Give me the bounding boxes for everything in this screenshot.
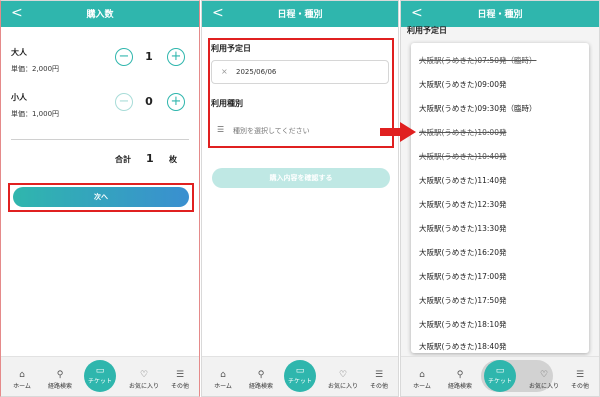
departure-dropdown: 大阪駅(うめきた)07:50発（臨時） 大阪駅(うめきた)09:00発 大阪駅(… bbox=[411, 43, 589, 353]
tab-favorites[interactable]: ♡ お気に入り bbox=[125, 370, 163, 390]
adult-minus-button[interactable]: − bbox=[115, 48, 133, 66]
tab-route[interactable]: ⚲ 経路検索 bbox=[242, 370, 280, 390]
tab-ticket[interactable]: ▭ チケット bbox=[484, 360, 516, 392]
route-icon: ⚲ bbox=[56, 370, 64, 380]
dropdown-option[interactable]: 大阪駅(うめきた)09:00発 bbox=[419, 79, 506, 90]
dropdown-option[interactable]: 大阪駅(うめきた)11:40発 bbox=[419, 175, 506, 186]
header: < 日程・種別 bbox=[401, 1, 599, 27]
tab-home[interactable]: ⌂ ホーム bbox=[403, 370, 441, 390]
red-arrow-icon bbox=[380, 122, 416, 142]
page-title: 日程・種別 bbox=[277, 10, 323, 20]
menu-icon: ☰ bbox=[374, 370, 384, 380]
tab-bar: ⌂ ホーム ⚲ 経路検索 ▭ チケット ♡ お気に入り ☰ その他 bbox=[1, 356, 199, 396]
page-title: 購入数 bbox=[86, 10, 114, 20]
dropdown-option[interactable]: 大阪駅(うめきた)17:50発 bbox=[419, 295, 506, 306]
total-unit: 枚 bbox=[169, 155, 177, 164]
tab-ticket[interactable]: ▭ チケット bbox=[84, 360, 116, 392]
tab-route[interactable]: ⚲ 経路検索 bbox=[441, 370, 479, 390]
child-price: 単価：1,000円 bbox=[11, 110, 60, 118]
tab-other[interactable]: ☰ その他 bbox=[360, 370, 398, 390]
divider bbox=[11, 139, 189, 140]
heart-icon: ♡ bbox=[539, 370, 549, 380]
heart-icon: ♡ bbox=[139, 370, 149, 380]
total-quantity: 1 bbox=[146, 152, 154, 165]
tab-home[interactable]: ⌂ ホーム bbox=[204, 370, 242, 390]
dropdown-option[interactable]: 大阪駅(うめきた)09:30発（臨時） bbox=[419, 103, 536, 114]
purchase-count-screen: < 購入数 大人 単価：2,000円 − 1 + 小人 単価：1,000円 − … bbox=[0, 0, 200, 397]
adult-price: 単価：2,000円 bbox=[11, 65, 60, 73]
schedule-type-screen: < 日程・種別 利用予定日 × 2025/06/06 利用種別 ☰ 種別を選択し… bbox=[201, 0, 399, 397]
tab-bar: ⌂ ホーム ⚲ 経路検索 ▭ チケット ♡ お気に入り ☰ その他 bbox=[401, 356, 599, 396]
menu-icon: ☰ bbox=[175, 370, 185, 380]
adult-plus-button[interactable]: + bbox=[167, 48, 185, 66]
dropdown-option[interactable]: 大阪駅(うめきた)16:20発 bbox=[419, 247, 506, 258]
tab-favorites[interactable]: ♡ お気に入り bbox=[324, 370, 362, 390]
heart-icon: ♡ bbox=[338, 370, 348, 380]
tab-bar: ⌂ ホーム ⚲ 経路検索 ▭ チケット ♡ お気に入り ☰ その他 bbox=[202, 356, 398, 396]
highlight-box bbox=[208, 38, 394, 148]
header: < 日程・種別 bbox=[202, 1, 398, 27]
confirm-button[interactable]: 購入内容を確認する bbox=[212, 168, 390, 188]
page-title: 日程・種別 bbox=[477, 10, 523, 20]
route-icon: ⚲ bbox=[456, 370, 464, 380]
ticket-icon: ▭ bbox=[95, 366, 105, 376]
date-label: 利用予定日 bbox=[407, 26, 447, 35]
schedule-dropdown-screen: < 日程・種別 利用予定日 大阪駅(うめきた)07:50発（臨時） 大阪駅(うめ… bbox=[400, 0, 600, 397]
adult-label: 大人 bbox=[11, 48, 27, 57]
tab-other[interactable]: ☰ その他 bbox=[161, 370, 199, 390]
dropdown-option[interactable]: 大阪駅(うめきた)18:10発 bbox=[419, 319, 506, 330]
dropdown-option[interactable]: 大阪駅(うめきた)10:00発 bbox=[419, 127, 506, 138]
home-icon: ⌂ bbox=[220, 370, 226, 380]
child-label: 小人 bbox=[11, 93, 27, 102]
dropdown-option[interactable]: 大阪駅(うめきた)17:00発 bbox=[419, 271, 506, 282]
route-icon: ⚲ bbox=[257, 370, 265, 380]
tab-favorites[interactable]: ♡ お気に入り bbox=[525, 370, 563, 390]
dropdown-option[interactable]: 大阪駅(うめきた)18:40発 bbox=[419, 341, 506, 352]
ticket-icon: ▭ bbox=[295, 366, 305, 376]
dropdown-option[interactable]: 大阪駅(うめきた)07:50発（臨時） bbox=[419, 55, 536, 66]
screenshot-stage: < 購入数 大人 単価：2,000円 − 1 + 小人 単価：1,000円 − … bbox=[0, 0, 600, 397]
tab-ticket[interactable]: ▭ チケット bbox=[284, 360, 316, 392]
header: < 購入数 bbox=[1, 1, 199, 27]
dropdown-option[interactable]: 大阪駅(うめきた)12:30発 bbox=[419, 199, 506, 210]
ticket-icon: ▭ bbox=[495, 366, 505, 376]
next-button[interactable]: 次へ bbox=[13, 187, 189, 207]
total-label: 合計 bbox=[115, 155, 131, 164]
tab-home[interactable]: ⌂ ホーム bbox=[3, 370, 41, 390]
child-plus-button[interactable]: + bbox=[167, 93, 185, 111]
child-minus-button[interactable]: − bbox=[115, 93, 133, 111]
menu-icon: ☰ bbox=[575, 370, 585, 380]
dropdown-option[interactable]: 大阪駅(うめきた)10:40発 bbox=[419, 151, 506, 162]
adult-quantity: 1 bbox=[145, 50, 153, 63]
child-quantity: 0 bbox=[145, 95, 153, 108]
tab-route[interactable]: ⚲ 経路検索 bbox=[41, 370, 79, 390]
tab-other[interactable]: ☰ その他 bbox=[561, 370, 599, 390]
home-icon: ⌂ bbox=[19, 370, 25, 380]
home-icon: ⌂ bbox=[419, 370, 425, 380]
dropdown-option[interactable]: 大阪駅(うめきた)13:30発 bbox=[419, 223, 506, 234]
